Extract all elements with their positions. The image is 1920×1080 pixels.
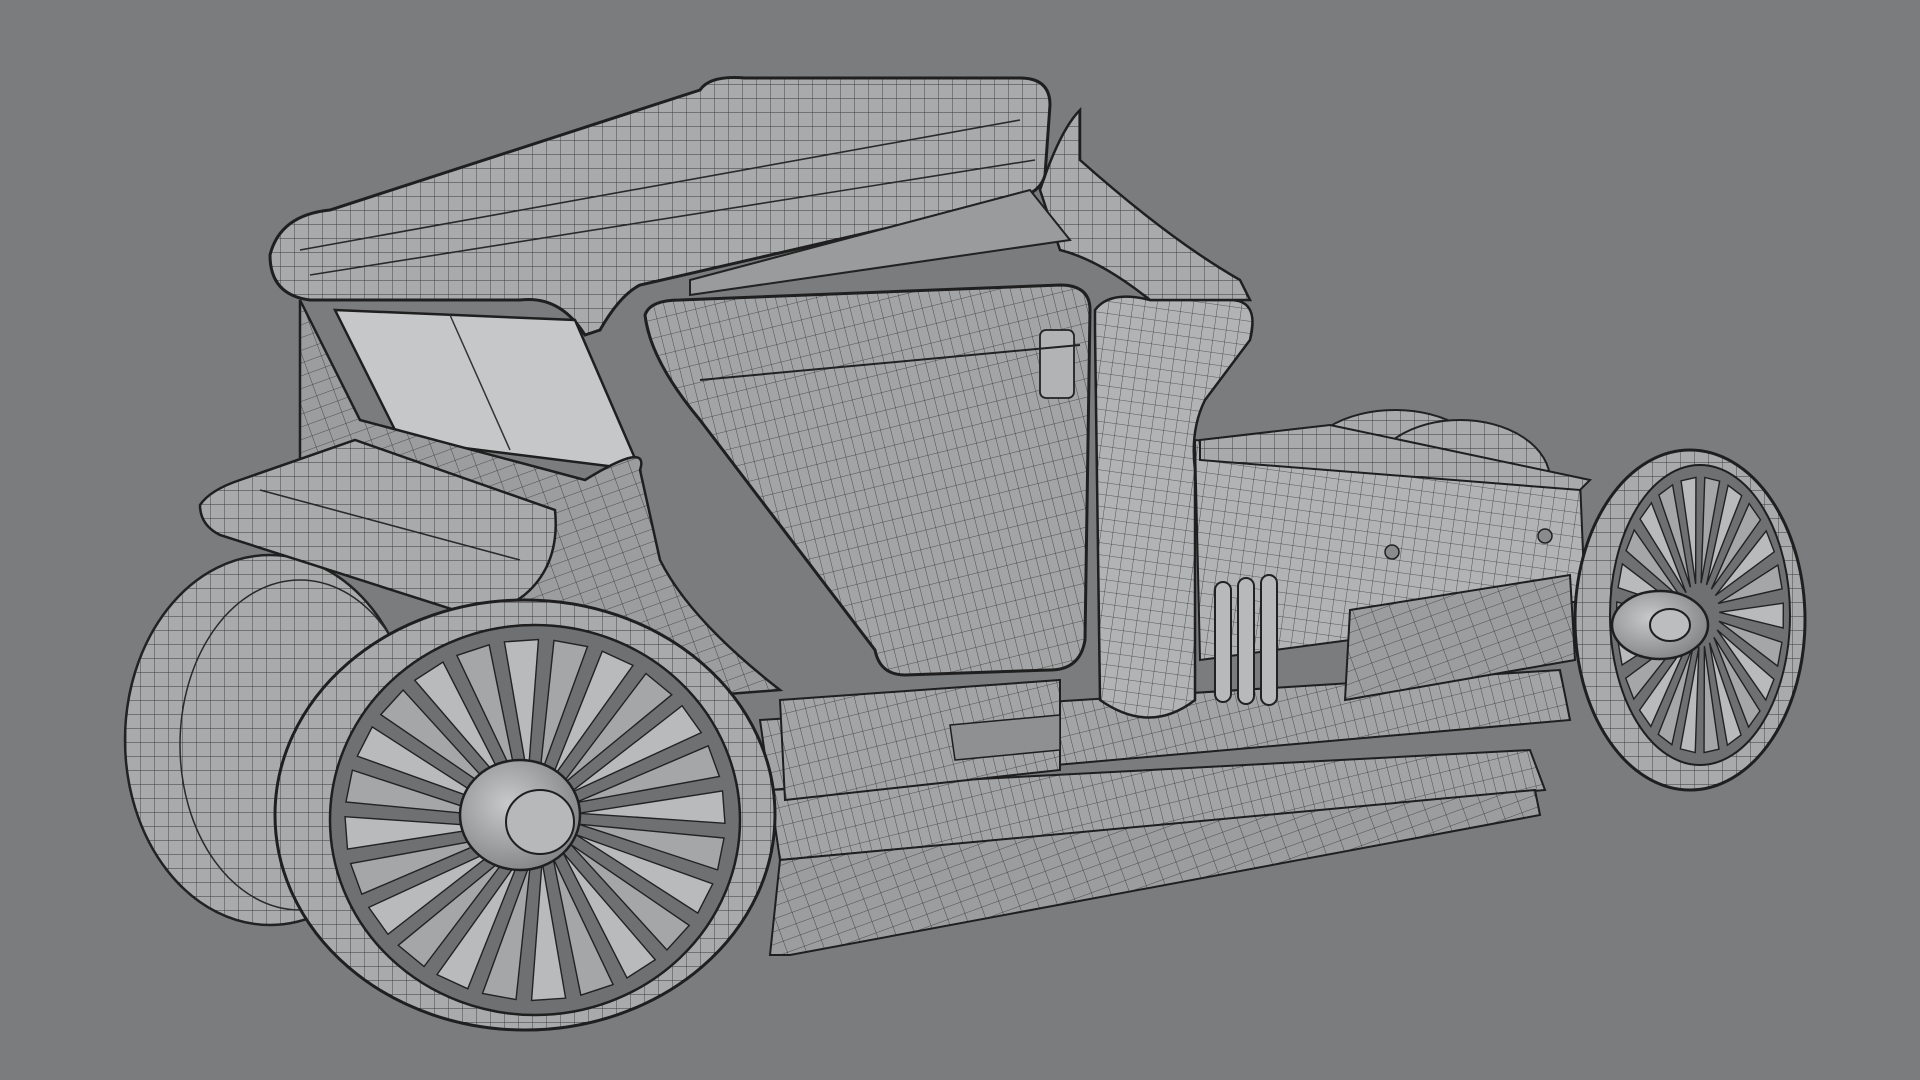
side-door — [643, 283, 1092, 677]
rear-right-turbine — [1573, 448, 1807, 792]
wireframe-scene — [123, 76, 1807, 1032]
3d-viewport[interactable] — [0, 0, 1920, 1080]
exhaust-vents — [1214, 574, 1278, 706]
front-left-turbine — [273, 598, 777, 1032]
